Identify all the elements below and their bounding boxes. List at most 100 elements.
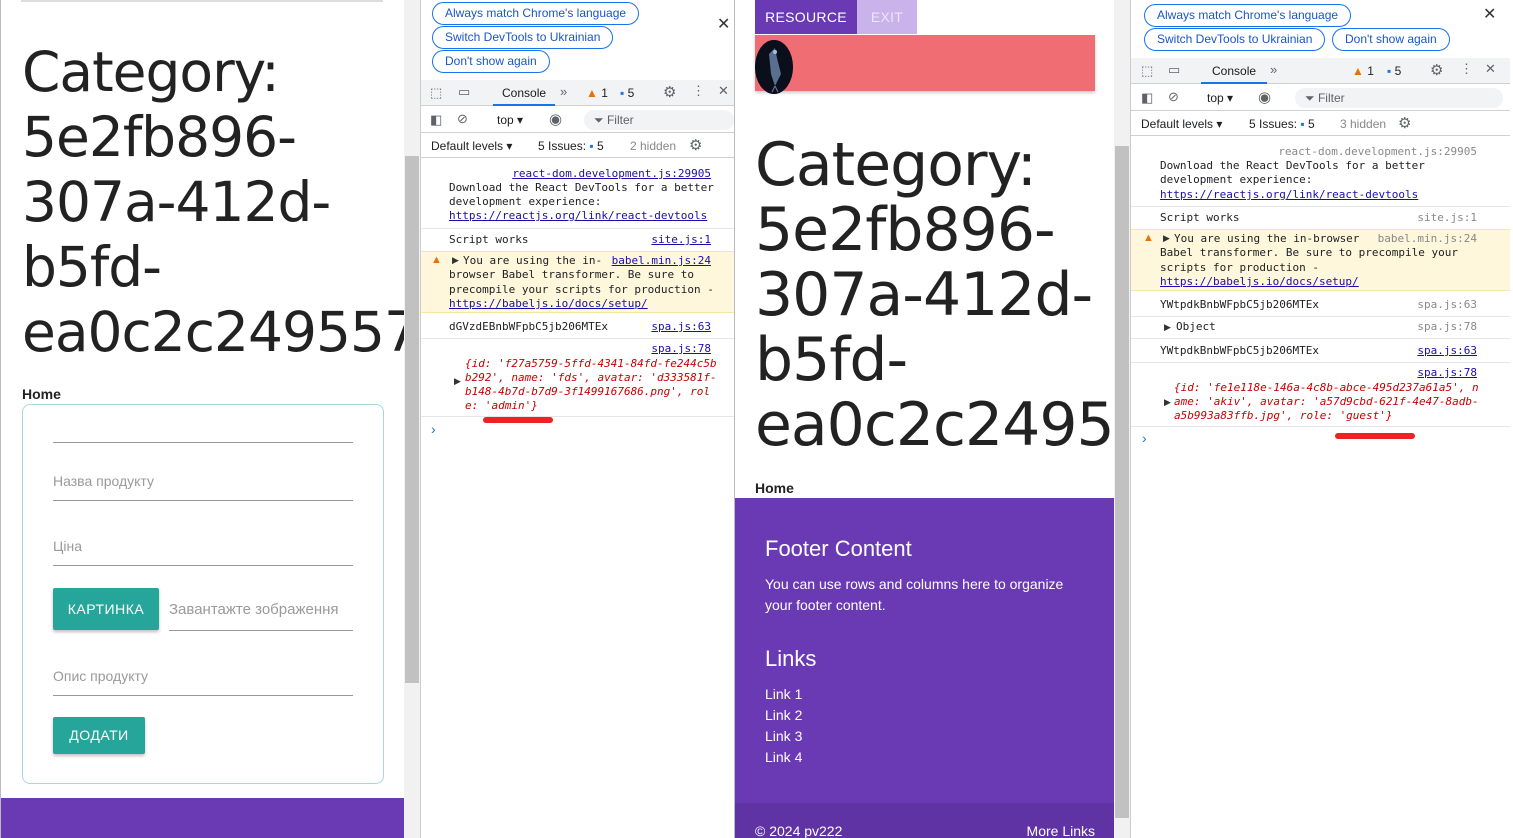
red-underline-annotation [1335,433,1415,439]
log-source-spa78[interactable]: spa.js:78 [1141,320,1477,333]
right-page-scrollbar[interactable] [1114,0,1130,838]
issues-label: 5 Issues: [538,139,587,153]
warning-icon: ▲ [1352,64,1364,78]
issues-count: 5 [596,139,604,153]
add-button[interactable]: ДОДАТИ [53,717,145,754]
clear-console-icon[interactable]: ⊘ [457,111,468,127]
category-title: Category: 5e2fb896- 307a-412d- b5fd- ea0… [755,130,1114,460]
clear-console-icon[interactable]: ⊘ [1168,89,1179,105]
switch-language-button[interactable]: Switch DevTools to Ukrainian [432,26,614,49]
log-babel-link[interactable]: https://babeljs.io/docs/setup/ [1160,275,1359,288]
more-tabs-icon[interactable]: » [560,84,567,99]
log-object-line1: {id: 'f27a5759-5ffd-4341-84fd-fe244c5b [465,357,717,370]
log-source-spa63-2[interactable]: spa.js:63 [1141,344,1477,357]
log-react-link[interactable]: https://reactjs.org/link/react-devtools [1160,188,1418,201]
device-toolbar-icon[interactable]: ▭ [458,84,470,100]
issues-count: 5 [1307,117,1315,131]
tab-console-underline [1201,82,1267,84]
footer-link-1[interactable]: Link 1 [765,686,802,702]
kebab-menu-icon[interactable]: ⋮ [1460,61,1473,77]
issues-counter[interactable]: 5 Issues: ▪ 5 [538,139,604,153]
device-toolbar-icon[interactable]: ▭ [1168,62,1180,78]
description-input[interactable]: Опис продукту [53,668,353,696]
close-banner-icon[interactable]: ✕ [1483,4,1496,24]
left-page-scrollbar[interactable] [404,0,420,838]
warnings-badge[interactable]: ▲ 1 [586,86,608,100]
inspect-element-icon[interactable]: ⬚ [1141,63,1153,79]
log-source-site[interactable]: site.js:1 [431,233,711,246]
breadcrumb-home[interactable]: Home [755,480,794,496]
close-devtools-icon[interactable]: ✕ [718,83,729,99]
footer-link-4[interactable]: Link 4 [765,749,802,765]
dont-show-again-button[interactable]: Don't show again [432,50,550,73]
log-object-line3: a5b993a83ffb.jpg', role: 'guest'} [1174,409,1393,422]
expand-object-icon[interactable]: ▶ [1164,397,1171,408]
product-name-input[interactable]: Назва продукту [53,473,353,501]
filter-input[interactable]: ⏷ Filter [584,110,734,130]
log-babel-link[interactable]: https://babeljs.io/docs/setup/ [449,297,648,310]
footer-strip [1,798,404,838]
footer-heading: Footer Content [765,536,912,561]
left-page-scroll-thumb[interactable] [405,156,419,683]
console-prompt-icon[interactable]: › [431,421,436,437]
tab-console[interactable]: Console [1212,64,1256,78]
bird-avatar-icon [755,40,793,94]
messages-badge[interactable]: ▪ 5 [620,86,634,100]
match-language-button[interactable]: Always match Chrome's language [432,2,640,25]
log-source-react[interactable]: react-dom.development.js:29905 [431,167,711,180]
log-source-babel[interactable]: babel.min.js:24 [1141,232,1477,245]
log-source-spa78-2[interactable]: spa.js:78 [1141,366,1477,379]
log-source-spa63[interactable]: spa.js:63 [431,320,711,333]
switch-language-button[interactable]: Switch DevTools to Ukrainian [1144,28,1326,51]
log-source-babel[interactable]: babel.min.js:24 [431,254,711,267]
sidebar-toggle-icon[interactable]: ◧ [430,112,442,128]
close-banner-icon[interactable]: ✕ [717,14,730,34]
nav-resource-tab[interactable]: RESOURCE [755,0,857,34]
sidebar-toggle-icon[interactable]: ◧ [1141,90,1153,106]
devtools-tabbar: ⬚ ▭ Console » ▲ 1 ▪ 5 ⚙ ⋮ ✕ [1131,58,1510,84]
settings-gear-icon[interactable]: ⚙ [663,83,676,101]
breadcrumb-home[interactable]: Home [22,386,61,402]
kebab-menu-icon[interactable]: ⋮ [692,83,705,99]
default-levels-select[interactable]: Default levels ▾ [431,139,512,153]
right-page-scroll-thumb[interactable] [1115,146,1129,818]
image-path-input[interactable]: Завантажте зображення [169,601,353,631]
first-input[interactable] [53,427,353,443]
default-levels-select[interactable]: Default levels ▾ [1141,117,1222,131]
match-language-button[interactable]: Always match Chrome's language [1144,4,1352,27]
live-expression-eye-icon[interactable]: ◉ [1258,88,1271,106]
nav-exit-tab[interactable]: EXIT [857,0,917,34]
price-input[interactable]: Ціна [53,538,353,566]
context-select[interactable]: top ▾ [497,113,523,127]
log-source-spa78[interactable]: spa.js:78 [431,342,711,355]
close-devtools-icon[interactable]: ✕ [1485,61,1496,77]
issues-counter[interactable]: 5 Issues: ▪ 5 [1249,117,1315,131]
log-source-site[interactable]: site.js:1 [1141,211,1477,224]
context-select[interactable]: top ▾ [1207,91,1233,105]
red-underline-annotation [483,417,553,423]
filter-input[interactable]: ⏷ Filter [1295,88,1503,108]
image-upload-button[interactable]: КАРТИНКА [53,588,159,630]
console-settings-icon[interactable]: ⚙ [689,136,702,154]
warnings-badge[interactable]: ▲ 1 [1352,64,1374,78]
user-avatar[interactable] [755,40,793,94]
messages-badge[interactable]: ▪ 5 [1387,64,1401,78]
console-settings-icon[interactable]: ⚙ [1398,114,1411,132]
dont-show-again-button[interactable]: Don't show again [1332,28,1450,51]
log-react-line2: development experience: [449,195,602,208]
left-page-viewport: Category: 5e2fb896- 307a-412d- b5fd- ea0… [0,0,404,838]
footer-link-3[interactable]: Link 3 [765,728,802,744]
log-source-react[interactable]: react-dom.development.js:29905 [1141,145,1477,158]
more-tabs-icon[interactable]: » [1270,62,1277,77]
settings-gear-icon[interactable]: ⚙ [1430,61,1443,79]
log-react-link[interactable]: https://reactjs.org/link/react-devtools [449,209,707,222]
tab-console[interactable]: Console [502,86,546,100]
expand-object-icon[interactable]: ▶ [454,376,461,387]
more-links-link[interactable]: More Links [1027,823,1095,838]
log-source-spa63[interactable]: spa.js:63 [1141,298,1477,311]
inspect-element-icon[interactable]: ⬚ [430,85,442,101]
live-expression-eye-icon[interactable]: ◉ [549,110,562,128]
console-prompt-icon[interactable]: › [1142,430,1147,446]
log-babel-line2: Babel transformer. Be sure to precompile… [1160,246,1459,259]
footer-link-2[interactable]: Link 2 [765,707,802,723]
